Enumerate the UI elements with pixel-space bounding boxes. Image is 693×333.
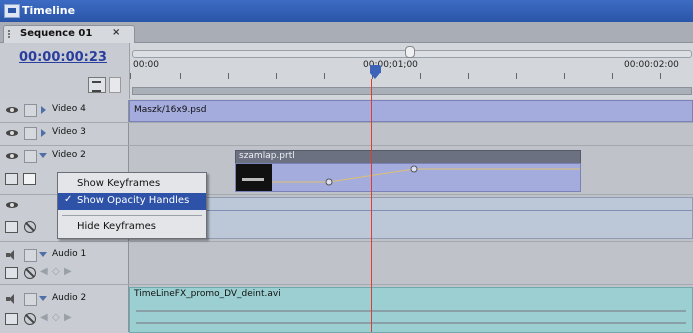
keyframe-menu-icon[interactable]	[23, 173, 36, 185]
menu-item-show-keyframes[interactable]: Show Keyframes	[58, 176, 206, 193]
opacity-rubberband[interactable]	[236, 164, 580, 191]
keyframe-context-menu: Show Keyframes ✓ Show Opacity Handles Hi…	[57, 172, 207, 239]
collapse-track-icon[interactable]	[39, 296, 47, 301]
no-keyframe-icon[interactable]	[24, 267, 36, 279]
track-name: Video 2	[52, 150, 86, 160]
prev-keyframe-icon[interactable]: ◀	[40, 312, 48, 323]
close-tab-icon[interactable]: ×	[112, 27, 120, 38]
collapse-track-icon[interactable]	[39, 252, 47, 257]
next-keyframe-icon[interactable]: ▶	[64, 266, 72, 277]
clip-name: TimeLineFX_promo_DV_deint.avi	[134, 289, 281, 299]
menu-separator	[62, 215, 202, 216]
clip-timelinefx[interactable]: TimeLineFX_promo_DV_deint.avi	[129, 287, 693, 333]
collapse-track-icon[interactable]	[39, 153, 47, 158]
speaker-icon[interactable]	[6, 250, 18, 260]
eye-icon[interactable]	[6, 152, 18, 160]
display-style-icon[interactable]	[5, 267, 18, 279]
lock-toggle[interactable]	[24, 104, 37, 117]
no-keyframe-icon[interactable]	[24, 221, 36, 233]
eye-icon[interactable]	[6, 129, 18, 137]
display-style-icon[interactable]	[5, 313, 18, 325]
track-name: Video 4	[52, 104, 86, 114]
track-content[interactable]	[129, 195, 693, 241]
track-header: Video 4	[0, 100, 129, 122]
time-ruler[interactable]: 00:00 00;00;01;00 00:00:02:00	[129, 43, 693, 99]
track-video-3: Video 3	[0, 123, 693, 146]
eye-icon[interactable]	[6, 106, 18, 114]
track-content[interactable]: TimeLineFX_promo_DV_deint.avi	[129, 285, 693, 333]
expand-track-icon[interactable]	[41, 129, 46, 137]
lock-toggle[interactable]	[24, 150, 37, 163]
next-keyframe-icon[interactable]: ▶	[64, 312, 72, 323]
set-marker-button[interactable]	[109, 77, 121, 93]
track-content[interactable]	[129, 242, 693, 284]
clip-name: Maszk/16x9.psd	[134, 105, 207, 115]
lock-toggle[interactable]	[24, 293, 37, 306]
zoom-handle[interactable]	[405, 46, 415, 58]
ruler-ticks	[130, 73, 693, 83]
menu-item-label: Hide Keyframes	[77, 221, 156, 232]
speaker-icon[interactable]	[6, 294, 18, 304]
ruler-label-start: 00:00	[133, 60, 159, 70]
playhead-line	[371, 79, 372, 332]
track-content[interactable]: Maszk/16x9.psd	[129, 100, 693, 122]
clip-szamlap[interactable]	[235, 163, 581, 192]
ruler-label-2s: 00:00:02:00	[624, 60, 679, 70]
snap-icon[interactable]	[88, 77, 106, 93]
checkmark-icon: ✓	[64, 194, 73, 205]
track-header: Audio 1 ◀ ◇ ▶	[0, 242, 129, 284]
menu-item-hide-keyframes[interactable]: Hide Keyframes	[58, 219, 206, 236]
track-name: Audio 1	[52, 249, 87, 259]
track-audio-1: Audio 1 ◀ ◇ ▶	[0, 242, 693, 285]
timeline-app-icon	[4, 4, 20, 18]
track-content[interactable]	[129, 123, 693, 145]
window-title: Timeline	[22, 4, 76, 17]
current-timecode[interactable]: 00:00:00:23	[19, 50, 107, 65]
track-audio-2: Audio 2 ◀ ◇ ▶ TimeLineFX_promo_DV_deint.…	[0, 285, 693, 333]
tab-label: Sequence 01	[20, 28, 93, 39]
expand-track-icon[interactable]	[41, 106, 46, 114]
menu-item-label: Show Keyframes	[77, 178, 161, 189]
audio-waveform	[136, 310, 686, 312]
clip-name: szamlap.prtl	[239, 151, 295, 161]
track-content[interactable]: szamlap.prtl	[129, 146, 693, 194]
lock-toggle[interactable]	[24, 127, 37, 140]
clip-title-bar[interactable]: szamlap.prtl	[235, 150, 581, 164]
add-keyframe-icon[interactable]: ◇	[52, 266, 60, 277]
audio-waveform	[136, 322, 686, 324]
display-style-icon[interactable]	[5, 221, 18, 233]
lock-toggle[interactable]	[24, 249, 37, 262]
no-keyframe-icon[interactable]	[24, 313, 36, 325]
work-area-bar[interactable]	[132, 87, 692, 95]
clip-maszk[interactable]: Maszk/16x9.psd	[129, 100, 693, 122]
grip-icon[interactable]	[8, 30, 16, 38]
tab-sequence-01[interactable]: Sequence 01 ×	[3, 25, 135, 43]
track-name: Audio 2	[52, 293, 87, 303]
prev-keyframe-icon[interactable]: ◀	[40, 266, 48, 277]
tab-bar: Sequence 01 ×	[0, 22, 693, 43]
track-header: Audio 2 ◀ ◇ ▶	[0, 285, 129, 332]
add-keyframe-icon[interactable]: ◇	[52, 312, 60, 323]
menu-item-show-opacity-handles[interactable]: ✓ Show Opacity Handles	[58, 193, 206, 210]
menu-item-label: Show Opacity Handles	[77, 195, 190, 206]
track-video-4: Video 4 Maszk/16x9.psd	[0, 100, 693, 123]
track-header: Video 3	[0, 123, 129, 145]
display-style-icon[interactable]	[5, 173, 18, 185]
track-name: Video 3	[52, 127, 86, 137]
window-title-bar: Timeline	[0, 0, 693, 22]
eye-icon[interactable]	[6, 201, 18, 209]
clip-video-1[interactable]	[129, 197, 693, 239]
